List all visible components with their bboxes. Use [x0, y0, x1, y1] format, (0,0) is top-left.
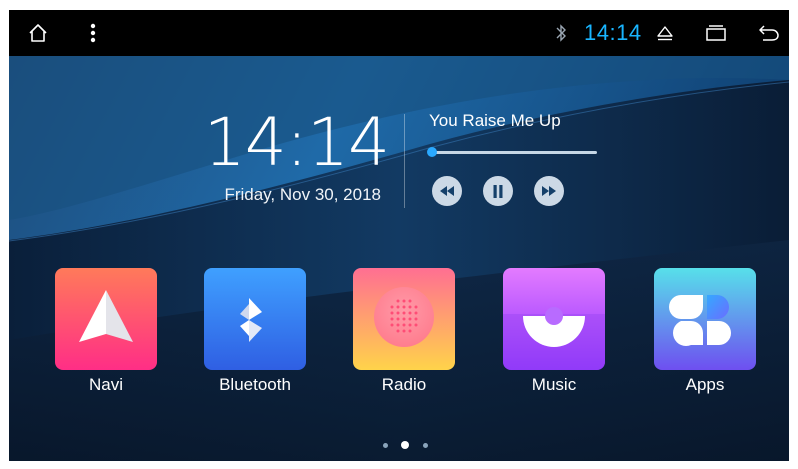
- bluetooth-icon: [551, 10, 571, 56]
- app-apps[interactable]: Apps: [654, 268, 756, 398]
- rewind-icon: [440, 186, 454, 196]
- page-indicator: [383, 441, 433, 451]
- app-label: Radio: [381, 375, 427, 394]
- navigation-icon[interactable]: [55, 268, 157, 370]
- overflow-menu-icon[interactable]: [83, 10, 103, 56]
- launcher-screen: 14:14 14:14 Friday, Nov 30, 2018 You Rai…: [9, 10, 789, 461]
- page-dot-3[interactable]: [423, 443, 428, 448]
- music-icon[interactable]: [503, 268, 605, 370]
- song-title[interactable]: You Raise Me Up: [429, 111, 561, 131]
- back-icon[interactable]: [754, 10, 784, 56]
- widget-divider: [404, 114, 405, 208]
- bluetooth-app-icon[interactable]: [204, 268, 306, 370]
- fast-forward-button[interactable]: [534, 176, 564, 206]
- page-dot-1[interactable]: [383, 443, 388, 448]
- app-label: Music: [531, 375, 577, 394]
- clock-time[interactable]: 14:14: [204, 110, 390, 176]
- page-dot-2[interactable]: [401, 441, 409, 449]
- eject-icon[interactable]: [652, 10, 678, 56]
- recent-apps-icon[interactable]: [701, 10, 731, 56]
- app-label: Apps: [685, 375, 725, 394]
- apps-grid-icon[interactable]: [654, 268, 756, 370]
- app-navi[interactable]: Navi: [55, 268, 157, 398]
- app-music[interactable]: Music: [503, 268, 605, 398]
- home-icon[interactable]: [23, 10, 53, 56]
- rewind-button[interactable]: [432, 176, 462, 206]
- app-bluetooth[interactable]: Bluetooth: [204, 268, 306, 398]
- clock-date: Friday, Nov 30, 2018: [224, 185, 381, 204]
- status-bar: 14:14: [9, 10, 789, 56]
- radio-icon[interactable]: [353, 268, 455, 370]
- app-label: Navi: [88, 375, 123, 394]
- app-radio[interactable]: Radio: [353, 268, 455, 398]
- fast-forward-icon: [542, 186, 556, 196]
- app-label: Bluetooth: [219, 375, 291, 394]
- status-time: 14:14: [584, 20, 642, 45]
- pause-icon: [493, 184, 503, 198]
- pause-button[interactable]: [483, 176, 513, 206]
- song-progress-bar[interactable]: [427, 147, 597, 157]
